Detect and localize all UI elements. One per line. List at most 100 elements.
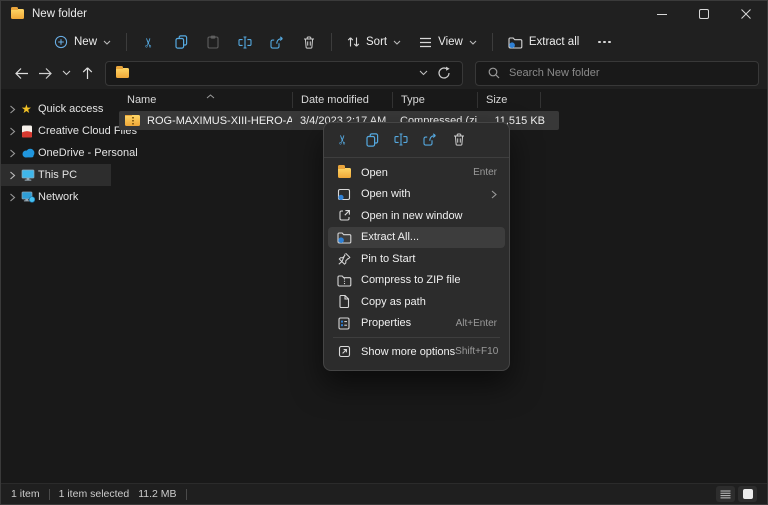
- menu-item-open-with[interactable]: Open with: [328, 184, 505, 206]
- refresh-button[interactable]: [432, 61, 456, 85]
- address-folder-icon: [116, 68, 129, 78]
- forward-button[interactable]: [33, 61, 57, 85]
- navigation-pane: ★ Quick access Creative Cloud Files: [1, 89, 111, 483]
- toolbar-separator: [126, 33, 127, 51]
- share-button[interactable]: [261, 29, 293, 55]
- copy-button[interactable]: [165, 29, 197, 55]
- extract-all-icon: [508, 36, 523, 49]
- navigation-bar: [1, 57, 767, 89]
- status-bar: 1 item 1 item selected 11.2 MB: [1, 483, 767, 504]
- cut-button[interactable]: ✂: [133, 29, 165, 55]
- see-more-button[interactable]: [588, 29, 620, 55]
- rename-icon: [238, 36, 252, 49]
- expand-chevron-icon[interactable]: [9, 149, 21, 158]
- status-divider: [49, 489, 50, 500]
- menu-item-copy-as-path[interactable]: Copy as path: [328, 291, 505, 313]
- column-header-size[interactable]: Size: [477, 92, 541, 108]
- title-bar: New folder: [1, 1, 767, 27]
- toolbar-separator: [492, 33, 493, 51]
- paste-button[interactable]: [197, 29, 229, 55]
- address-dropdown-button[interactable]: [414, 61, 432, 85]
- recent-locations-button[interactable]: [57, 61, 75, 85]
- extract-all-button[interactable]: Extract all: [499, 29, 589, 55]
- window-title: New folder: [32, 8, 87, 20]
- submenu-chevron-icon: [491, 190, 497, 199]
- menu-item-open[interactable]: Open Enter: [328, 162, 505, 184]
- menu-item-compress-to-zip[interactable]: Compress to ZIP file: [328, 270, 505, 292]
- close-button[interactable]: [725, 1, 767, 27]
- selection-count: 1 item selected: [59, 488, 130, 500]
- back-button[interactable]: [9, 61, 33, 85]
- chevron-down-icon: [419, 70, 428, 76]
- show-more-options-icon: [336, 345, 352, 358]
- delete-button[interactable]: [446, 127, 472, 152]
- up-button[interactable]: [75, 61, 99, 85]
- column-header-date-modified[interactable]: Date modified: [292, 92, 392, 108]
- open-with-icon: [336, 188, 352, 201]
- context-menu: ✂: [323, 122, 510, 371]
- view-button-label: View: [438, 36, 463, 48]
- column-header-type[interactable]: Type: [392, 92, 477, 108]
- menu-item-pin-to-start[interactable]: Pin to Start: [328, 248, 505, 270]
- chevron-down-icon: [469, 40, 477, 45]
- new-button[interactable]: New: [45, 29, 120, 55]
- large-icons-view-toggle[interactable]: [738, 486, 757, 502]
- toolbar-separator: [331, 33, 332, 51]
- file-explorer-window: New folder New ✂: [0, 0, 768, 505]
- expand-chevron-icon[interactable]: [9, 193, 21, 202]
- shortcut-label: Enter: [473, 167, 497, 178]
- sidebar-item-onedrive[interactable]: OneDrive - Personal: [1, 142, 111, 164]
- cut-icon: ✂: [337, 134, 350, 145]
- details-view-toggle[interactable]: [716, 486, 735, 502]
- expand-chevron-icon[interactable]: [9, 105, 21, 114]
- paste-icon: [207, 35, 219, 49]
- chevron-down-icon: [62, 70, 71, 76]
- copy-icon: [366, 133, 379, 147]
- see-more-icon: [598, 41, 611, 44]
- sidebar-item-quick-access[interactable]: ★ Quick access: [1, 98, 111, 120]
- sort-icon: [347, 36, 360, 48]
- rename-button[interactable]: [229, 29, 261, 55]
- sidebar-item-creative-cloud-files[interactable]: Creative Cloud Files: [1, 120, 111, 142]
- search-box[interactable]: [475, 61, 759, 86]
- sort-button[interactable]: Sort: [338, 29, 410, 55]
- share-icon: [423, 133, 437, 146]
- delete-button[interactable]: [293, 29, 325, 55]
- search-icon: [488, 67, 500, 79]
- address-bar[interactable]: [105, 61, 463, 86]
- forward-icon: [38, 67, 53, 80]
- menu-item-extract-all[interactable]: Extract All...: [328, 227, 505, 249]
- menu-item-open-in-new-window[interactable]: Open in new window: [328, 205, 505, 227]
- expand-chevron-icon[interactable]: [9, 127, 21, 136]
- context-menu-quick-actions: ✂: [324, 123, 509, 156]
- chevron-down-icon: [103, 40, 111, 45]
- open-in-new-window-icon: [336, 209, 352, 222]
- sidebar-item-network[interactable]: Network: [1, 186, 111, 208]
- expand-chevron-icon[interactable]: [9, 171, 21, 180]
- copy-icon: [175, 35, 188, 49]
- column-headers: Name Date modified Type Size: [111, 89, 767, 111]
- close-icon: [741, 9, 751, 19]
- back-icon: [14, 67, 29, 80]
- file-name-cell: ROG-MAXIMUS-XIII-HERO-ASUS-1301.ZIP: [119, 115, 292, 127]
- search-input[interactable]: [509, 67, 750, 79]
- network-icon: [21, 191, 38, 203]
- copy-button[interactable]: [359, 127, 385, 152]
- menu-item-show-more-options[interactable]: Show more options Shift+F10: [328, 341, 505, 363]
- this-pc-monitor-icon: [21, 169, 38, 181]
- sidebar-item-this-pc[interactable]: This PC: [1, 164, 111, 186]
- cut-button[interactable]: ✂: [330, 127, 356, 152]
- column-header-name[interactable]: Name: [119, 92, 292, 108]
- sidebar-item-label: Network: [38, 191, 78, 203]
- open-folder-icon: [336, 168, 352, 178]
- view-button[interactable]: View: [410, 29, 486, 55]
- shortcut-label: Alt+Enter: [456, 318, 497, 329]
- minimize-button[interactable]: [641, 1, 683, 27]
- menu-item-properties[interactable]: Properties Alt+Enter: [328, 313, 505, 335]
- cut-icon: ✂: [143, 37, 156, 48]
- creative-cloud-icon: [21, 125, 38, 138]
- maximize-button[interactable]: [683, 1, 725, 27]
- share-button[interactable]: [417, 127, 443, 152]
- view-icon: [419, 37, 432, 48]
- rename-button[interactable]: [388, 127, 414, 152]
